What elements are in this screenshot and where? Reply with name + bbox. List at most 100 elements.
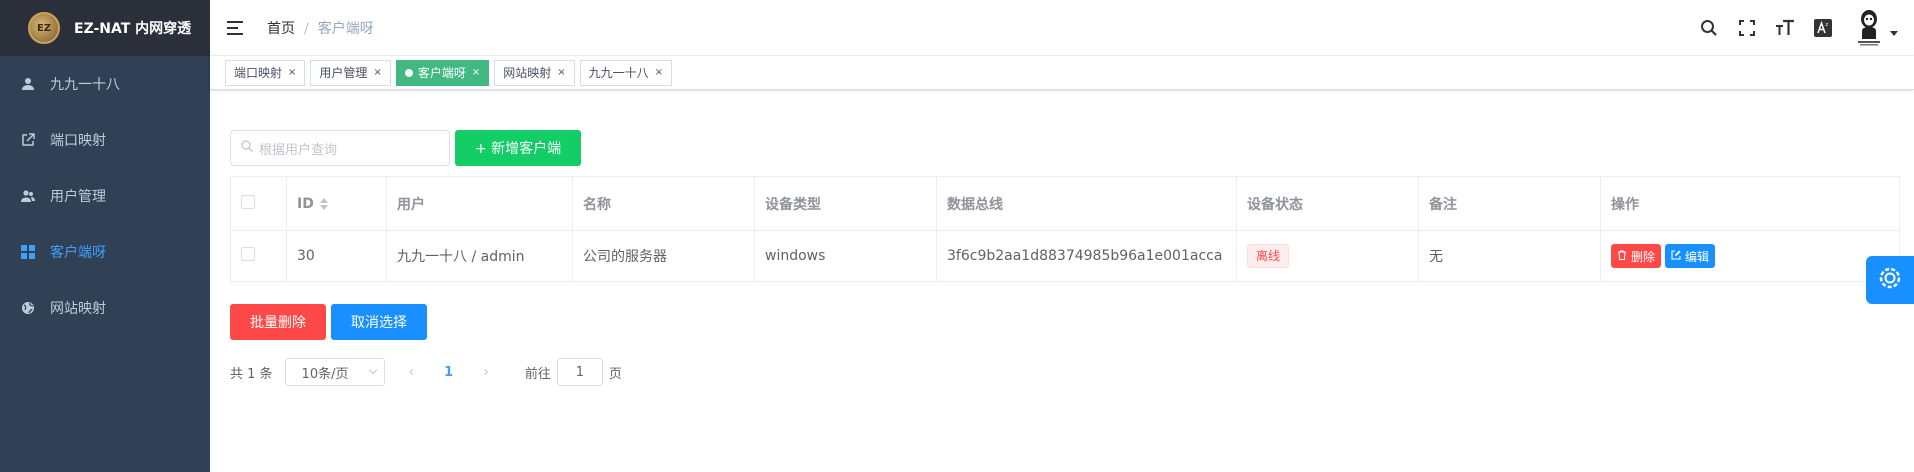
- navbar-right: z: [1690, 0, 1914, 56]
- page-number-current[interactable]: 1: [444, 365, 453, 380]
- column-header-id[interactable]: ID: [286, 176, 387, 231]
- sidebar-item-port-mapping[interactable]: 端口映射: [0, 112, 210, 168]
- sidebar-item-clients[interactable]: 客户端呀: [0, 224, 210, 280]
- sidebar-item-label: 九九一十八: [50, 77, 120, 93]
- tag-web-mapping[interactable]: 网站映射 ×: [494, 59, 575, 86]
- active-dot-icon: [404, 68, 413, 77]
- page-size-select[interactable]: 10条/页: [284, 358, 385, 386]
- sidebar-item-label: 用户管理: [50, 189, 106, 205]
- row-checkbox[interactable]: [241, 247, 255, 261]
- sidebar-item-users[interactable]: 用户管理: [0, 168, 210, 224]
- cancel-selection-button[interactable]: 取消选择: [331, 304, 427, 340]
- close-icon[interactable]: ×: [557, 67, 565, 78]
- sidebar-item-label: 端口映射: [50, 133, 106, 149]
- app-title: EZ-NAT 内网穿透: [74, 21, 192, 37]
- close-icon[interactable]: ×: [472, 67, 480, 78]
- column-header-remark: 备注: [1418, 176, 1601, 231]
- edit-icon: [1671, 249, 1681, 263]
- breadcrumb-home[interactable]: 首页: [267, 21, 295, 37]
- cell-actions: 删除 编辑: [1600, 230, 1900, 282]
- pagination-total: 共 1 条: [230, 366, 273, 382]
- tag-clients[interactable]: 客户端呀 ×: [395, 59, 490, 86]
- column-header-actions: 操作: [1600, 176, 1900, 231]
- svg-text:z: z: [1826, 22, 1829, 28]
- table-header-row: ID 用户 名称 设备类型 数据总线 设备状态 备注 操作: [230, 176, 1900, 231]
- users-icon: [20, 188, 36, 204]
- search-icon: [241, 140, 253, 156]
- cell-user: 九九一十八 / admin: [386, 230, 573, 282]
- avatar[interactable]: [1854, 9, 1884, 47]
- sort-icon[interactable]: [319, 197, 328, 210]
- close-icon[interactable]: ×: [373, 67, 381, 78]
- language-icon[interactable]: z: [1804, 0, 1842, 56]
- gear-icon: [1878, 266, 1902, 294]
- tag-label: 用户管理: [319, 66, 368, 80]
- pagination: 共 1 条 10条/页 ‹ 1 › 前往 1 页: [230, 358, 622, 386]
- cell-device-type: windows: [754, 230, 937, 282]
- tags-view: 端口映射 × 用户管理 × 客户端呀 × 网站映射 × 九九一十八 ×: [210, 56, 1914, 90]
- settings-float-button[interactable]: [1866, 256, 1914, 304]
- breadcrumb-separator: /: [304, 20, 309, 37]
- page-size-value: 10条/页: [301, 366, 349, 382]
- globe-icon: [20, 300, 36, 316]
- table-row: 30 九九一十八 / admin 公司的服务器 windows 3f6c9b2a…: [230, 230, 1900, 282]
- column-header-bus: 数据总线: [936, 176, 1237, 231]
- column-label: ID: [297, 195, 314, 212]
- tag-port-mapping[interactable]: 端口映射 ×: [225, 59, 306, 86]
- add-client-button[interactable]: + 新增客户端: [455, 130, 582, 166]
- tag-label: 九九一十八: [588, 66, 649, 80]
- search-icon[interactable]: [1690, 0, 1728, 56]
- trash-icon: [1617, 249, 1627, 263]
- grid-icon: [20, 244, 36, 260]
- clients-table: ID 用户 名称 设备类型 数据总线 设备状态 备注 操作 30 九九一十八 /…: [230, 176, 1900, 282]
- app-logo-bar[interactable]: EZ EZ-NAT 内网穿透: [0, 0, 210, 56]
- chevron-down-icon[interactable]: [1890, 30, 1898, 36]
- cell-id: 30: [286, 230, 387, 282]
- tag-label: 客户端呀: [417, 66, 466, 80]
- prev-page-button[interactable]: ‹: [409, 364, 415, 380]
- user-icon: [20, 76, 36, 92]
- tag-users[interactable]: 用户管理 ×: [310, 59, 391, 86]
- status-badge: 离线: [1247, 244, 1290, 268]
- column-header-user: 用户: [386, 176, 573, 231]
- sidebar-item-profile[interactable]: 九九一十八: [0, 56, 210, 112]
- search-input[interactable]: 根据用户查询: [230, 130, 450, 166]
- logo-text: EZ: [36, 22, 52, 34]
- next-page-button[interactable]: ›: [483, 364, 489, 380]
- toolbar: 根据用户查询 + 新增客户端: [230, 130, 582, 166]
- hamburger-icon[interactable]: [227, 20, 243, 35]
- edit-label: 编辑: [1685, 249, 1710, 264]
- bulk-delete-button[interactable]: 批量删除: [230, 304, 326, 340]
- sidebar-item-label: 网站映射: [50, 301, 106, 317]
- delete-label: 删除: [1631, 249, 1656, 264]
- row-select-cell: [230, 230, 287, 282]
- select-all-checkbox[interactable]: [241, 194, 255, 209]
- goto-label: 前往: [524, 366, 551, 382]
- sidebar-item-label: 客户端呀: [50, 245, 106, 261]
- delete-button[interactable]: 删除: [1611, 244, 1662, 268]
- sidebar: EZ EZ-NAT 内网穿透 九九一十八 端口映射 用户管理 客户端呀 网站映射: [0, 0, 210, 472]
- tag-label: 网站映射: [503, 66, 552, 80]
- chevron-down-icon: [368, 365, 377, 375]
- close-icon[interactable]: ×: [655, 67, 663, 78]
- navbar: 首页 / 客户端呀 z: [210, 0, 1914, 56]
- logo-icon: EZ: [28, 12, 60, 44]
- cell-name: 公司的服务器: [572, 230, 755, 282]
- edit-button[interactable]: 编辑: [1665, 244, 1716, 268]
- font-size-icon[interactable]: [1766, 0, 1804, 56]
- close-icon[interactable]: ×: [288, 67, 296, 78]
- cell-bus: 3f6c9b2aa1d88374985b96a1e001acca: [936, 230, 1237, 282]
- tag-profile[interactable]: 九九一十八 ×: [579, 59, 673, 86]
- cell-remark: 无: [1418, 230, 1601, 282]
- column-header-name: 名称: [572, 176, 755, 231]
- breadcrumb: 首页 / 客户端呀: [267, 18, 374, 38]
- page-suffix: 页: [608, 366, 622, 382]
- goto-page-input[interactable]: 1: [556, 358, 603, 386]
- fullscreen-icon[interactable]: [1728, 0, 1766, 56]
- search-placeholder: 根据用户查询: [259, 142, 338, 158]
- sidebar-item-web-mapping[interactable]: 网站映射: [0, 280, 210, 336]
- bulk-actions: 批量删除 取消选择: [230, 304, 432, 340]
- select-all-cell: [230, 176, 287, 231]
- cell-status: 离线: [1236, 230, 1419, 282]
- column-header-device-type: 设备类型: [754, 176, 937, 231]
